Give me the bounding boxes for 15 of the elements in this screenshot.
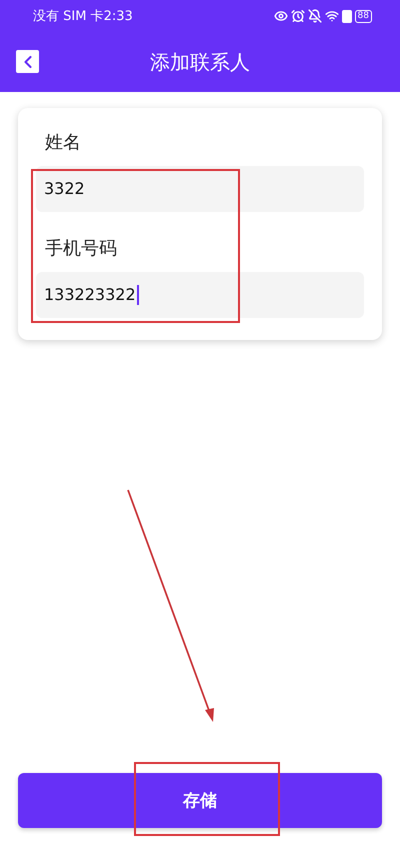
field-value: 3322 (44, 179, 86, 199)
save-button[interactable]: 存储 (18, 773, 382, 828)
bell-off-icon (308, 9, 322, 23)
battery-level: 88 (354, 10, 372, 22)
input-field[interactable]: 133223322 (36, 272, 364, 318)
input-field[interactable]: 3322 (36, 166, 364, 212)
back-button[interactable] (16, 50, 39, 73)
alarm-icon (290, 9, 305, 23)
field-value: 133223322 (44, 285, 139, 305)
field-label: 手机号码 (44, 237, 117, 260)
page-title: 添加联系人 (150, 48, 250, 76)
eye-icon (274, 9, 288, 23)
wifi-icon (324, 9, 339, 23)
field-label: 姓名 (44, 131, 81, 154)
status-time: 没有 SIM 卡2:33 (33, 8, 133, 25)
